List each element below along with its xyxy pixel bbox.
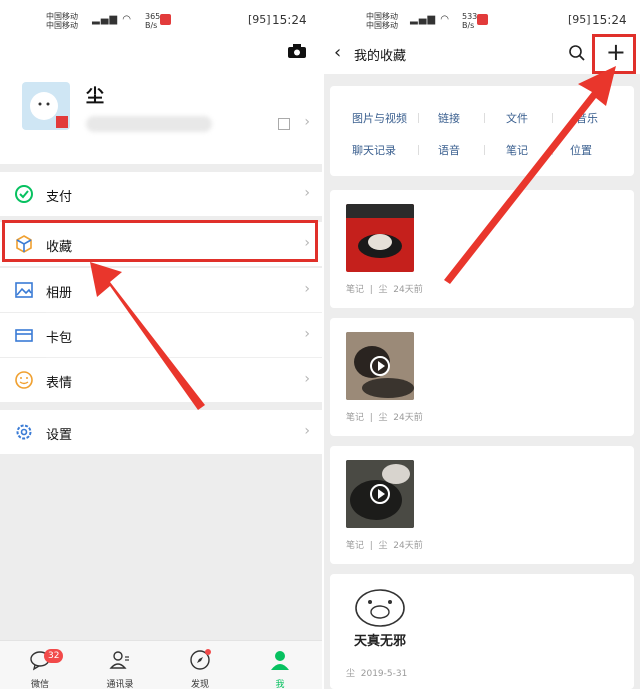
annotation-arrow-right [444,66,616,284]
bottom-tab-bar: 微信 32 通讯录 发现 我 [0,640,322,689]
tab-contacts[interactable]: 通讯录 [90,643,150,689]
tab-chats[interactable]: 微信 32 [10,643,70,689]
unread-badge: 32 [44,649,64,663]
compass-icon [190,649,211,670]
tab-discover[interactable]: 发现 [170,643,230,689]
favorites-page-panel: 中国移动 中国移动 ▂▄▆ ◠ 533 B/s [95] 15:24 ‹ 我的收藏 … [324,0,640,689]
tab-label: 我 [275,680,285,689]
tab-label: 发现 [190,680,209,689]
contacts-icon [109,651,129,669]
me-page-panel: 中国移动 中国移动 ▂▄▆ ◠ 365 B/s [95] 15:24 尘 › 支付 … [0,0,322,689]
tab-me[interactable]: 我 [250,643,310,689]
annotation-arrow-left [90,262,205,410]
me-person-icon [271,651,289,670]
tab-label: 微信 [30,680,49,689]
tab-label: 通讯录 [106,680,134,689]
